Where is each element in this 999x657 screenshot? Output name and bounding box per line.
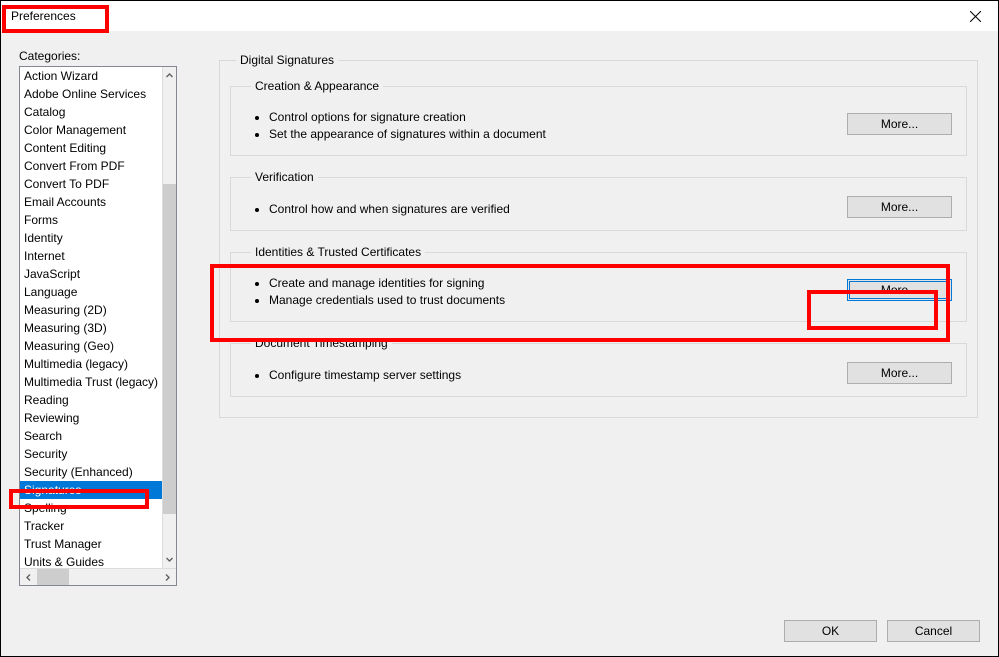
category-item[interactable]: Reviewing [20,409,162,427]
bullet-item: Manage credentials used to trust documen… [269,292,505,309]
preferences-window: Preferences Categories: Action WizardAdo… [0,0,999,657]
hscroll-track[interactable] [37,569,159,585]
category-item[interactable]: Color Management [20,121,162,139]
category-item[interactable]: Catalog [20,103,162,121]
category-item[interactable]: Action Wizard [20,67,162,85]
category-item[interactable]: Email Accounts [20,193,162,211]
more-button-creation[interactable]: More... [847,113,952,135]
dialog-body: Categories: Action WizardAdobe Online Se… [1,31,998,656]
scroll-right-button[interactable] [159,569,176,585]
close-icon [970,11,981,22]
section-title: Identities & Trusted Certificates [251,245,425,259]
settings-panel: Digital Signatures Creation & Appearance… [217,49,980,418]
categories-vertical-scrollbar[interactable] [162,67,176,568]
titlebar: Preferences [1,1,998,31]
category-item[interactable]: Convert From PDF [20,157,162,175]
category-item[interactable]: Trust Manager [20,535,162,553]
window-title: Preferences [9,9,76,23]
section-title: Document Timestamping [251,336,392,350]
scroll-track[interactable] [163,84,176,551]
scroll-left-button[interactable] [20,569,37,585]
close-button[interactable] [952,1,998,31]
category-item[interactable]: Security (Enhanced) [20,463,162,481]
category-item[interactable]: Units & Guides [20,553,162,568]
section-bullets: Configure timestamp server settings [245,367,461,384]
more-button-timestamping[interactable]: More... [847,362,952,384]
chevron-right-icon [164,574,171,581]
category-item[interactable]: Internet [20,247,162,265]
category-item[interactable]: Spelling [20,499,162,517]
category-item[interactable]: Language [20,283,162,301]
category-item[interactable]: Measuring (2D) [20,301,162,319]
categories-listbox[interactable]: Action WizardAdobe Online ServicesCatalo… [19,66,177,586]
section-title: Verification [251,170,318,184]
category-item[interactable]: Tracker [20,517,162,535]
category-item[interactable]: Content Editing [20,139,162,157]
category-item[interactable]: Reading [20,391,162,409]
chevron-left-icon [25,574,32,581]
more-button-verification[interactable]: More... [847,196,952,218]
chevron-up-icon [166,72,173,79]
categories-label: Categories: [19,49,177,63]
bullet-item: Set the appearance of signatures within … [269,126,546,143]
chevron-down-icon [166,556,173,563]
section-timestamping: Document Timestamping Configure timestam… [230,336,967,397]
scroll-down-button[interactable] [163,551,176,568]
category-item[interactable]: Adobe Online Services [20,85,162,103]
section-creation-appearance: Creation & Appearance Control options fo… [230,79,967,156]
category-item[interactable]: Signatures [20,481,162,499]
bullet-item: Create and manage identities for signing [269,275,505,292]
category-item[interactable]: Measuring (3D) [20,319,162,337]
ok-button[interactable]: OK [784,620,877,642]
digital-signatures-group: Digital Signatures Creation & Appearance… [219,53,978,418]
bullet-item: Control how and when signatures are veri… [269,201,510,218]
category-item[interactable]: Multimedia (legacy) [20,355,162,373]
more-button-identities[interactable]: More... [847,279,952,301]
categories-column: Categories: Action WizardAdobe Online Se… [19,49,177,586]
bullet-item: Configure timestamp server settings [269,367,461,384]
category-item[interactable]: Search [20,427,162,445]
section-bullets: Control how and when signatures are veri… [245,201,510,218]
panel-title: Digital Signatures [236,53,338,67]
category-item[interactable]: Measuring (Geo) [20,337,162,355]
bullet-item: Control options for signature creation [269,109,546,126]
category-item[interactable]: Identity [20,229,162,247]
section-verification: Verification Control how and when signat… [230,170,967,231]
section-title: Creation & Appearance [251,79,383,93]
category-item[interactable]: JavaScript [20,265,162,283]
section-identities: Identities & Trusted Certificates Create… [230,245,967,322]
section-bullets: Create and manage identities for signing… [245,275,505,309]
scroll-thumb[interactable] [163,184,176,514]
scroll-up-button[interactable] [163,67,176,84]
dialog-footer: OK Cancel [784,620,980,642]
cancel-button[interactable]: Cancel [887,620,980,642]
categories-horizontal-scrollbar[interactable] [20,568,176,585]
hscroll-thumb[interactable] [37,569,69,585]
section-bullets: Control options for signature creation S… [245,109,546,143]
category-item[interactable]: Multimedia Trust (legacy) [20,373,162,391]
category-item[interactable]: Security [20,445,162,463]
category-item[interactable]: Convert To PDF [20,175,162,193]
category-item[interactable]: Forms [20,211,162,229]
